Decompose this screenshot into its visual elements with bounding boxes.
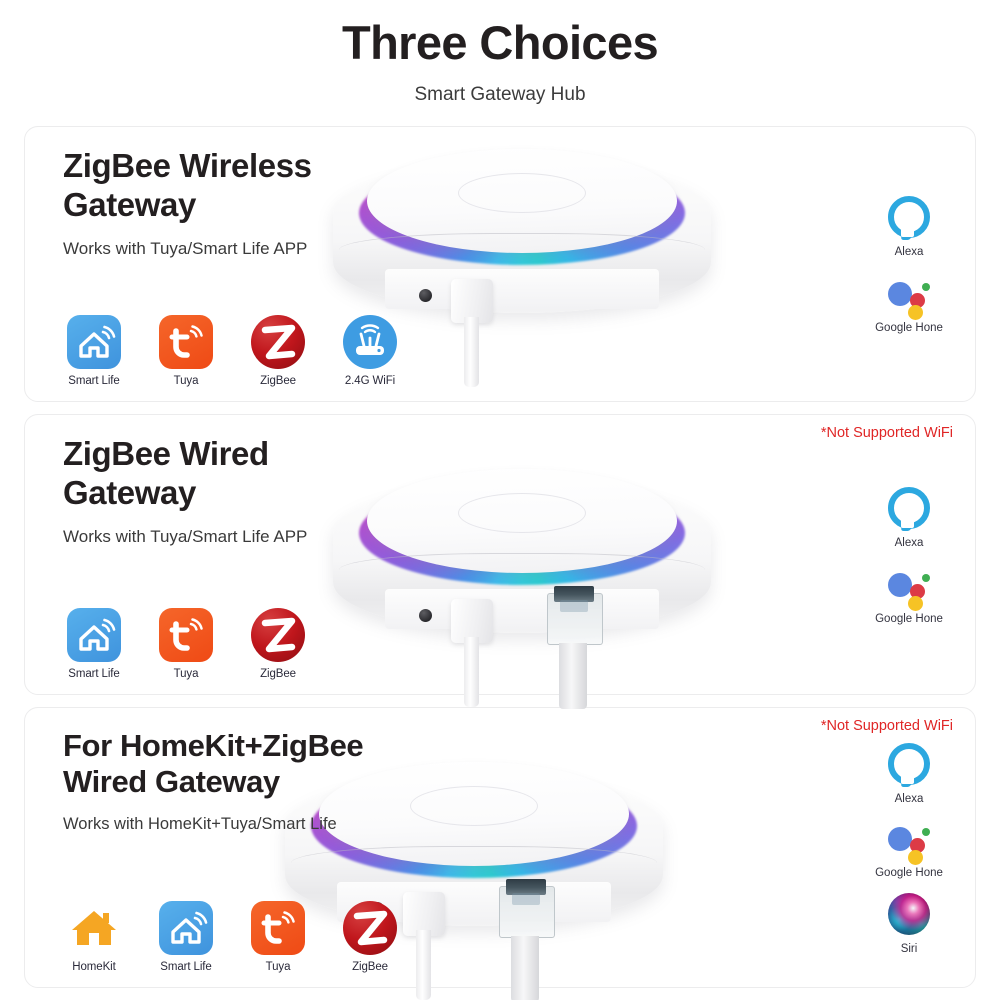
google-home-icon bbox=[886, 817, 932, 865]
usb-cable bbox=[464, 317, 479, 388]
app-label: Smart Life bbox=[68, 668, 120, 681]
reset-button-icon bbox=[419, 609, 432, 623]
ethernet-cable bbox=[511, 936, 539, 1000]
app-label: Smart Life bbox=[160, 961, 212, 974]
zigbee-icon bbox=[251, 315, 305, 370]
app-compatibility-row: HomeKit Smart Life Tuya ZigBee bbox=[63, 901, 401, 973]
assistant-item-siri[interactable]: Siri bbox=[861, 891, 957, 955]
card-title-line1: ZigBee Wireless bbox=[63, 147, 312, 185]
card-title-line2: Gateway bbox=[63, 185, 196, 223]
alexa-icon bbox=[886, 486, 932, 533]
app-label: Tuya bbox=[173, 668, 199, 681]
homekit-icon bbox=[67, 901, 121, 955]
card-title-line1: ZigBee Wired bbox=[63, 435, 269, 473]
assistant-label: Google Hone bbox=[875, 612, 943, 625]
card-title-line2: Gateway bbox=[63, 473, 196, 511]
app-label: HomeKit bbox=[72, 961, 116, 974]
google-home-icon bbox=[886, 563, 932, 611]
product-infographic: Three Choices Smart Gateway Hub ZigBee W… bbox=[0, 0, 1000, 1000]
card-subtitle: Works with Tuya/Smart Life APP bbox=[63, 526, 308, 546]
usb-cable bbox=[416, 930, 431, 1000]
ethernet-cable bbox=[559, 643, 587, 710]
assistant-label: Google Hone bbox=[875, 866, 943, 879]
smart-life-icon bbox=[159, 901, 213, 956]
page-title: Three Choices bbox=[341, 16, 659, 69]
app-compatibility-row: Smart Life Tuya bbox=[63, 608, 309, 680]
smart-life-icon bbox=[67, 608, 121, 663]
zigbee-icon bbox=[343, 901, 397, 956]
not-supported-wifi-note: *Not Supported WiFi bbox=[820, 718, 953, 735]
card-title-line1: For HomeKit+ZigBee bbox=[63, 728, 364, 764]
assistant-item-google-home[interactable]: Google Hone bbox=[861, 817, 957, 879]
alexa-icon bbox=[886, 196, 932, 242]
card-subtitle: Works with Tuya/Smart Life APP bbox=[63, 238, 308, 258]
choices-list: ZigBee Wireless Gateway Works with Tuya/… bbox=[0, 126, 1000, 1000]
app-label: ZigBee bbox=[260, 375, 296, 388]
not-supported-wifi-note: *Not Supported WiFi bbox=[820, 425, 953, 442]
voice-assistant-column: Alexa Google Hone bbox=[861, 415, 957, 694]
app-compatibility-row: Smart Life Tuya bbox=[63, 315, 401, 387]
smart-life-icon bbox=[67, 315, 121, 370]
ethernet-rj45-plug bbox=[499, 879, 555, 939]
app-item-zigbee[interactable]: ZigBee bbox=[247, 608, 309, 680]
app-item-zigbee[interactable]: ZigBee bbox=[339, 901, 401, 973]
assistant-item-google-home[interactable]: Google Hone bbox=[861, 272, 957, 334]
voice-assistant-column: Alexa Google Hone Siri bbox=[861, 708, 957, 987]
zigbee-icon bbox=[251, 608, 305, 663]
app-label: 2.4G WiFi bbox=[344, 375, 396, 388]
assistant-item-alexa[interactable]: Alexa bbox=[861, 485, 957, 549]
assistant-label: Siri bbox=[900, 942, 918, 955]
app-label: ZigBee bbox=[352, 961, 388, 974]
assistant-item-alexa[interactable]: Alexa bbox=[861, 194, 957, 258]
card-headings: ZigBee Wireless Gateway Works with Tuya/… bbox=[63, 147, 493, 259]
app-item-tuya[interactable]: Tuya bbox=[155, 608, 217, 680]
card-title: ZigBee Wired Gateway bbox=[63, 435, 493, 512]
app-item-smart-life[interactable]: Smart Life bbox=[155, 901, 217, 973]
card-title-line2: Wired Gateway bbox=[63, 764, 280, 800]
assistant-item-google-home[interactable]: Google Hone bbox=[861, 563, 957, 625]
app-label: ZigBee bbox=[260, 668, 296, 681]
tuya-icon bbox=[251, 901, 305, 956]
tuya-icon bbox=[159, 608, 213, 663]
tuya-icon bbox=[159, 315, 213, 370]
alexa-icon bbox=[886, 742, 932, 789]
assistant-label: Alexa bbox=[894, 792, 924, 805]
card-headings: For HomeKit+ZigBee Wired Gateway Works w… bbox=[63, 728, 493, 834]
usb-cable bbox=[464, 637, 479, 708]
google-home-icon bbox=[886, 272, 932, 321]
siri-icon bbox=[886, 892, 932, 939]
device-seam bbox=[339, 553, 705, 587]
wifi-24g-icon bbox=[343, 315, 397, 370]
assistant-label: Alexa bbox=[894, 536, 924, 549]
page-header: Three Choices Smart Gateway Hub bbox=[0, 0, 1000, 106]
assistant-label: Google Hone bbox=[875, 322, 943, 335]
voice-assistant-column: Alexa Google Hone bbox=[861, 127, 957, 401]
app-item-smart-life[interactable]: Smart Life bbox=[63, 608, 125, 680]
app-item-tuya[interactable]: Tuya bbox=[155, 315, 217, 387]
card-title: ZigBee Wireless Gateway bbox=[63, 147, 493, 224]
app-item-wifi-24g[interactable]: 2.4G WiFi bbox=[339, 315, 401, 387]
device-seam bbox=[291, 846, 657, 880]
ethernet-rj45-plug bbox=[547, 586, 603, 646]
app-label: Tuya bbox=[265, 961, 291, 974]
app-item-homekit[interactable]: HomeKit bbox=[63, 901, 125, 973]
reset-button-icon bbox=[419, 289, 432, 303]
assistant-item-alexa[interactable]: Alexa bbox=[861, 741, 957, 805]
card-subtitle: Works with HomeKit+Tuya/Smart Life bbox=[63, 815, 337, 834]
app-item-zigbee[interactable]: ZigBee bbox=[247, 315, 309, 387]
app-item-smart-life[interactable]: Smart Life bbox=[63, 315, 125, 387]
app-label: Tuya bbox=[173, 375, 199, 388]
assistant-label: Alexa bbox=[894, 246, 924, 259]
card-title: For HomeKit+ZigBee Wired Gateway bbox=[63, 728, 493, 800]
app-label: Smart Life bbox=[68, 375, 120, 388]
app-item-tuya[interactable]: Tuya bbox=[247, 901, 309, 973]
choice-card-zigbee-wired[interactable]: *Not Supported WiFi ZigBee Wired Gateway… bbox=[24, 414, 976, 710]
choice-card-homekit-zigbee-wired[interactable]: *Not Supported WiFi For HomeKit+ZigBee W… bbox=[24, 707, 976, 1000]
page-subtitle: Smart Gateway Hub bbox=[414, 84, 586, 106]
choice-card-zigbee-wireless[interactable]: ZigBee Wireless Gateway Works with Tuya/… bbox=[24, 126, 976, 403]
card-headings: ZigBee Wired Gateway Works with Tuya/Sma… bbox=[63, 435, 493, 547]
